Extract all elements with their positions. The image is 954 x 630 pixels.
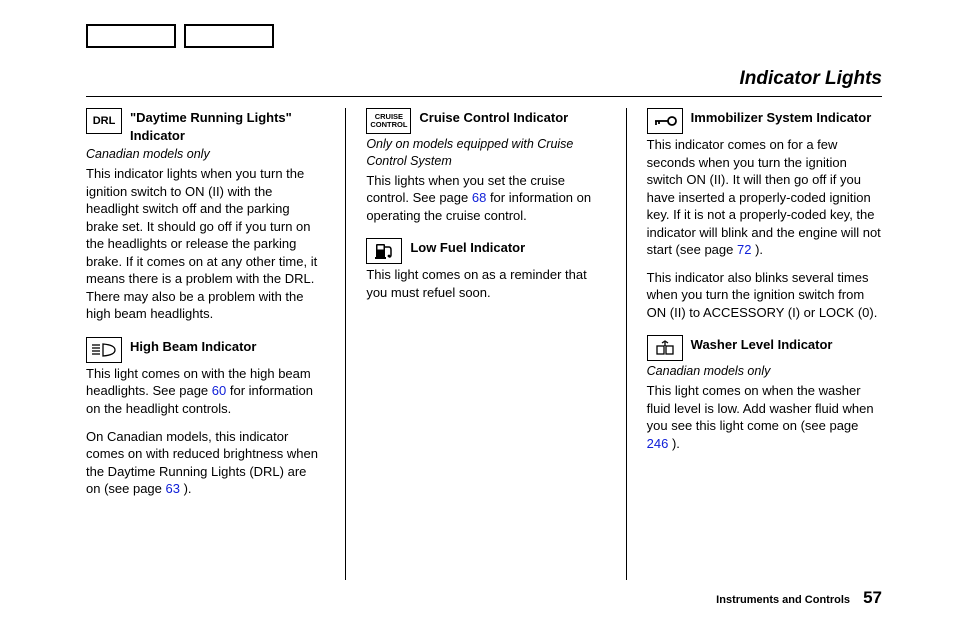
column-1: DRL "Daytime Running Lights" Indicator C…: [86, 108, 321, 580]
page-link[interactable]: 68: [472, 190, 486, 205]
drl-icon: DRL: [86, 108, 122, 134]
fuel-pump-icon: [366, 238, 402, 264]
column-2: CRUISE CONTROL Cruise Control Indicator …: [345, 108, 601, 580]
entry-high-beam: High Beam Indicator This light comes on …: [86, 337, 321, 498]
entry-body: This light comes on with the high beam h…: [86, 365, 321, 418]
page-title: Indicator Lights: [740, 68, 883, 89]
page-link[interactable]: 63: [166, 481, 180, 496]
washer-fluid-icon: [647, 335, 683, 361]
entry-title: "Daytime Running Lights" Indicator: [130, 108, 321, 144]
entry-body: This lights when you set the cruise cont…: [366, 172, 601, 225]
page-number: 57: [863, 588, 882, 607]
entry-title: Washer Level Indicator: [691, 335, 833, 354]
entry-body: This indicator lights when you turn the …: [86, 165, 321, 323]
model-note: Only on models equipped with Cruise Cont…: [366, 136, 601, 170]
page-link[interactable]: 60: [212, 383, 226, 398]
entry-cruise: CRUISE CONTROL Cruise Control Indicator …: [366, 108, 601, 224]
entry-title: Cruise Control Indicator: [419, 108, 568, 127]
model-note: Canadian models only: [86, 146, 321, 163]
columns: DRL "Daytime Running Lights" Indicator C…: [86, 108, 882, 580]
top-box-2: [184, 24, 274, 48]
manual-page: Indicator Lights DRL "Daytime Running Li…: [0, 0, 954, 630]
entry-title: High Beam Indicator: [130, 337, 256, 356]
entry-body: This light comes on as a reminder that y…: [366, 266, 601, 301]
section-name: Instruments and Controls: [716, 594, 850, 606]
entry-title: Low Fuel Indicator: [410, 238, 525, 257]
title-row: Indicator Lights: [86, 66, 882, 97]
entry-title: Immobilizer System Indicator: [691, 108, 872, 127]
high-beam-icon: [86, 337, 122, 363]
entry-body: This indicator also blinks several times…: [647, 269, 882, 322]
key-icon: [647, 108, 683, 134]
entry-body: This indicator comes on for a few second…: [647, 136, 882, 259]
model-note: Canadian models only: [647, 363, 882, 380]
top-box-1: [86, 24, 176, 48]
page-link[interactable]: 246: [647, 436, 669, 451]
column-3: Immobilizer System Indicator This indica…: [626, 108, 882, 580]
page-link[interactable]: 72: [737, 242, 751, 257]
entry-washer: Washer Level Indicator Canadian models o…: [647, 335, 882, 452]
entry-body: On Canadian models, this indicator comes…: [86, 428, 321, 498]
entry-low-fuel: Low Fuel Indicator This light comes on a…: [366, 238, 601, 301]
entry-body: This light comes on when the washer flui…: [647, 382, 882, 452]
cruise-control-icon: CRUISE CONTROL: [366, 108, 411, 134]
entry-immobilizer: Immobilizer System Indicator This indica…: [647, 108, 882, 321]
footer: Instruments and Controls 57: [716, 587, 882, 610]
entry-drl: DRL "Daytime Running Lights" Indicator C…: [86, 108, 321, 323]
top-boxes: [86, 24, 274, 48]
